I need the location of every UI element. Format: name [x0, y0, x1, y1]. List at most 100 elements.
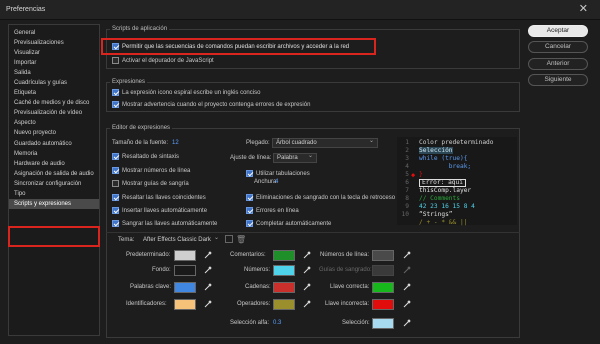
sidebar-item-scripting-expressions[interactable]: Scripts y expresiones	[9, 198, 99, 209]
eyedropper-icon[interactable]	[203, 250, 213, 260]
accept-button[interactable]: Aceptar	[528, 25, 588, 37]
code-line-default: Color predeterminado	[419, 139, 494, 146]
sidebar-item-labels[interactable]: Etiqueta	[9, 88, 99, 98]
auto-insert-braces-checkbox[interactable]: Insertar llaves automáticamente	[112, 207, 207, 214]
operators-color-swatch[interactable]	[273, 299, 295, 310]
autocomplete-label: Completar automáticamente	[256, 220, 332, 227]
cancel-button[interactable]: Cancelar	[528, 41, 588, 53]
sidebar-item-audio-output[interactable]: Asignación de salida de audio	[9, 169, 99, 179]
autocomplete-checkbox[interactable]: Completar automáticamente	[246, 220, 331, 227]
auto-indent-braces-checkbox[interactable]: Sangrar las llaves automáticamente	[112, 220, 217, 227]
enable-debugger-checkbox[interactable]: Activar el depurador de JavaScript	[112, 57, 214, 64]
code-line-operators: / + - * && ||	[419, 219, 468, 226]
mismatched-brace-color-swatch[interactable]	[372, 299, 394, 310]
theme-label: Tema:	[118, 237, 135, 243]
theme-dropdown[interactable]: After Effects Classic Dark	[139, 234, 223, 245]
remove-indent-checkbox[interactable]: Eliminaciones de sangrado con la tecla d…	[246, 194, 395, 201]
font-size-value[interactable]: 12	[172, 140, 179, 146]
selection-alpha-value[interactable]: 0.3	[273, 320, 281, 326]
checkbox-checked-icon	[246, 194, 253, 201]
identifiers-color-label: Identificadores:	[126, 301, 167, 307]
previous-button[interactable]: Anterior	[528, 58, 588, 70]
matching-brace-color-swatch[interactable]	[372, 282, 394, 293]
inline-errors-checkbox[interactable]: Errores en línea	[246, 207, 299, 214]
eyedropper-icon[interactable]	[203, 265, 213, 275]
sidebar-item-new-project[interactable]: Nuevo proyecto	[9, 128, 99, 138]
line-number: 2	[405, 147, 409, 154]
save-theme-icon[interactable]	[225, 235, 233, 243]
code-line-string: “Strings”	[419, 211, 453, 218]
background-color-label: Fondo:	[152, 267, 171, 273]
eyedropper-icon[interactable]	[402, 282, 412, 292]
background-color-swatch[interactable]	[174, 265, 196, 276]
sidebar-item-import[interactable]: Importar	[9, 58, 99, 68]
remove-indent-label: Eliminaciones de sangrado con la tecla d…	[256, 194, 396, 201]
sidebar-item-auto-save[interactable]: Guardado automático	[9, 139, 99, 149]
next-button[interactable]: Siguiente	[528, 74, 588, 86]
sidebar-item-audio-hardware[interactable]: Hardware de audio	[9, 159, 99, 169]
code-line-identifier: thisComp.layer	[419, 187, 472, 194]
line-numbers-checkbox[interactable]: Mostrar números de línea	[112, 167, 190, 174]
fold-label: Plegado:	[246, 140, 270, 146]
numbers-color-swatch[interactable]	[273, 265, 295, 276]
sidebar-item-type[interactable]: Tipo	[9, 189, 99, 199]
delete-theme-icon[interactable]: 🗑	[236, 235, 246, 244]
eyedropper-icon[interactable]	[302, 299, 312, 309]
sidebar-item-media-cache[interactable]: Caché de medios y de disco	[9, 98, 99, 108]
default-color-swatch[interactable]	[174, 250, 196, 261]
sidebar-item-grids-guides[interactable]: Cuadrículas y guías	[9, 78, 99, 88]
width-value[interactable]: 4	[275, 179, 278, 185]
checkbox-checked-icon	[246, 170, 253, 177]
show-warning-checkbox[interactable]: Mostrar advertencia cuando el proyecto c…	[112, 101, 310, 108]
line-number: 4	[405, 163, 409, 170]
eyedropper-icon[interactable]	[302, 282, 312, 292]
preferences-sidebar: General Previsualizaciones Visualizar Im…	[8, 24, 100, 336]
close-icon[interactable]: ✕	[579, 3, 588, 15]
line-number: 1	[405, 139, 409, 146]
sidebar-item-appearance[interactable]: Aspecto	[9, 118, 99, 128]
sidebar-item-memory[interactable]: Memoria	[9, 149, 99, 159]
identifiers-color-swatch[interactable]	[174, 299, 196, 310]
line-number: 6	[405, 179, 409, 186]
sidebar-item-previews[interactable]: Previsualizaciones	[9, 38, 99, 48]
strings-color-swatch[interactable]	[273, 282, 295, 293]
line-number: 9	[405, 203, 409, 210]
line-numbers-color-swatch[interactable]	[372, 250, 394, 261]
use-tabs-checkbox[interactable]: Utilizar tabulaciones	[246, 170, 310, 177]
keywords-color-swatch[interactable]	[174, 282, 196, 293]
sidebar-item-output[interactable]: Salida	[9, 68, 99, 78]
code-line-break: break;	[419, 163, 472, 170]
sidebar-highlight-box	[8, 226, 100, 247]
indent-guides-checkbox[interactable]: Mostrar guías de sangría	[112, 180, 189, 187]
checkbox-checked-icon	[112, 153, 119, 160]
eyedropper-icon[interactable]	[402, 299, 412, 309]
checkbox-checked-icon	[112, 101, 119, 108]
numbers-color-label: Números:	[244, 267, 271, 273]
checkbox-unchecked-icon	[112, 57, 119, 64]
syntax-highlight-checkbox[interactable]: Resaltado de sintaxis	[112, 153, 179, 160]
highlight-matching-label: Resaltar las llaves coincidentes	[122, 194, 206, 201]
line-wrap-dropdown[interactable]: Palabra	[273, 152, 317, 163]
comments-color-label: Comentarios:	[230, 252, 266, 258]
code-line-error: Error: aquí	[419, 179, 466, 187]
line-number: 8	[405, 195, 409, 202]
sidebar-item-display[interactable]: Visualizar	[9, 48, 99, 58]
comments-color-swatch[interactable]	[273, 250, 295, 261]
eyedropper-icon[interactable]	[302, 250, 312, 260]
selection-color-swatch[interactable]	[372, 318, 394, 329]
sidebar-item-sync-settings[interactable]: Sincronizar configuración	[9, 179, 99, 189]
eyedropper-icon[interactable]	[302, 265, 312, 275]
highlight-matching-checkbox[interactable]: Resaltar las llaves coincidentes	[112, 194, 206, 201]
eyedropper-icon[interactable]	[203, 299, 213, 309]
spiral-icon-checkbox[interactable]: La expresión icono espiral escribe un in…	[112, 89, 260, 96]
settings-panel: Scripts de aplicación Permitir que las s…	[101, 24, 520, 342]
sidebar-item-general[interactable]: General	[9, 28, 99, 38]
line-number: 7	[405, 187, 409, 194]
eyedropper-icon[interactable]	[402, 318, 412, 328]
eyedropper-icon[interactable]	[203, 282, 213, 292]
fold-dropdown[interactable]: Árbol cuadrado	[272, 137, 378, 148]
allow-scripts-highlight-box	[101, 38, 376, 55]
eyedropper-icon[interactable]	[402, 250, 412, 260]
checkbox-checked-icon	[112, 207, 119, 214]
sidebar-item-video-preview[interactable]: Previsualización de vídeo	[9, 108, 99, 118]
